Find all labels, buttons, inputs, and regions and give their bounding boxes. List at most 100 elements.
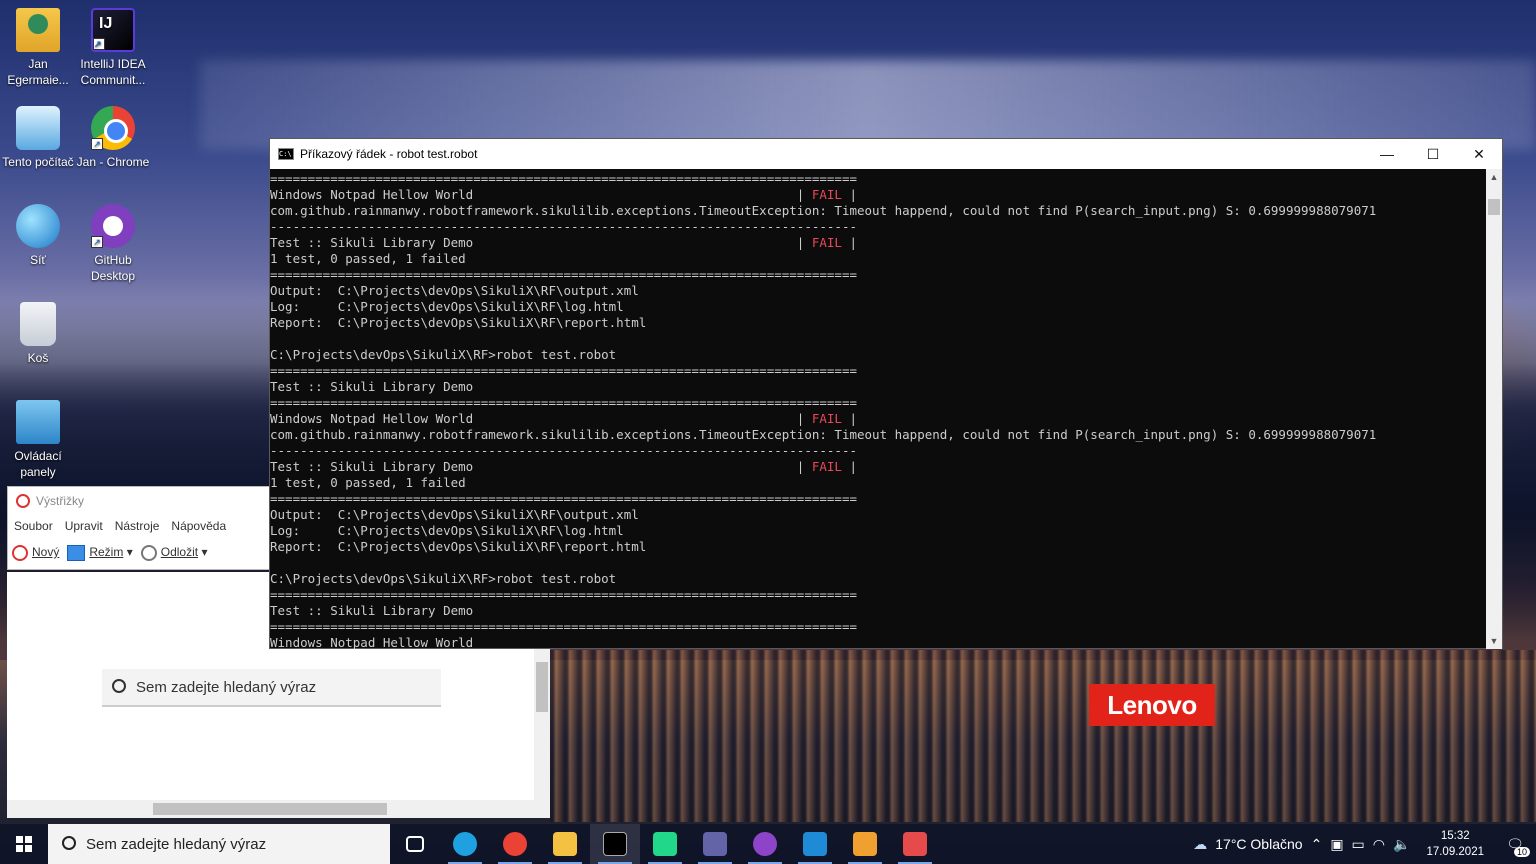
tray-overflow-icon[interactable]: ⌃ [1311, 836, 1323, 853]
taskbar-app-task-view[interactable] [390, 824, 440, 864]
console-line: ========================================… [270, 171, 857, 186]
menu-file[interactable]: Soubor [14, 519, 53, 533]
console-line: ========================================… [270, 363, 857, 378]
snipping-tool-icon [903, 832, 927, 856]
taskbar-app-snipping-tool[interactable] [890, 824, 940, 864]
console-line: ----------------------------------------… [270, 443, 857, 458]
console-line: com.github.rainmanwy.robotframework.siku… [270, 427, 1377, 442]
desktop-icon-control-panel[interactable]: Ovládací panely [0, 400, 76, 480]
desktop-icon-recycle-bin[interactable]: Koš [0, 302, 76, 366]
console-line: Windows Notpad Hellow World [270, 635, 474, 649]
menu-tools[interactable]: Nástroje [115, 519, 160, 533]
console-line: Output: C:\Projects\devOps\SikuliX\RF\ou… [270, 507, 639, 522]
taskbar-app-command-prompt[interactable] [590, 824, 640, 864]
taskbar-app-file-explorer[interactable] [540, 824, 590, 864]
console-line: 1 test, 0 passed, 1 failed [270, 475, 466, 490]
new-snip-button[interactable]: Nový [12, 545, 59, 561]
snipping-tool-menubar: Soubor Upravit Nástroje Nápověda [8, 515, 269, 537]
desktop-icon-github[interactable]: ↗ GitHub Desktop [75, 204, 151, 284]
chrome-icon: ↗ [91, 106, 135, 150]
mode-button[interactable]: Režim ▾ [67, 545, 133, 561]
taskbar-app-edge[interactable] [440, 824, 490, 864]
network-icon [16, 204, 60, 248]
desktop-icon-intellij[interactable]: IJ ↗ IntelliJ IDEA Communit... [75, 8, 151, 88]
mode-dropdown-icon: ▾ [126, 545, 133, 560]
taskbar-app-vscode[interactable] [790, 824, 840, 864]
volume-icon[interactable]: 🔈 [1393, 836, 1410, 853]
console-line: Test :: Sikuli Library Demo [270, 379, 474, 394]
console-line: C:\Projects\devOps\SikuliX\RF>robot test… [270, 571, 617, 586]
system-tray: ☁ 17°C Oblačno ⌃ ▣ ▭ ◠ 🔈 15:32 17.09.202… [1193, 824, 1536, 864]
notification-badge: 10 [1513, 847, 1530, 857]
search-icon [112, 679, 126, 693]
console-output[interactable]: ========================================… [270, 169, 1487, 649]
wifi-icon[interactable]: ◠ [1373, 836, 1385, 853]
scroll-up-icon[interactable]: ▲ [1486, 169, 1502, 185]
console-line: Report: C:\Projects\devOps\SikuliX\RF\re… [270, 315, 647, 330]
cmd-titlebar[interactable]: C:\ Příkazový řádek - robot test.robot —… [270, 139, 1502, 169]
taskbar: Sem zadejte hledaný výraz ☁ 17°C Oblačno… [0, 824, 1536, 864]
edge-icon [453, 832, 477, 856]
clock-time: 15:32 [1440, 830, 1470, 842]
close-button[interactable]: ✕ [1456, 139, 1502, 169]
console-line: ========================================… [270, 619, 857, 634]
console-line: Windows Notpad Hellow World | FAIL | [270, 187, 858, 202]
chrome-icon [503, 832, 527, 856]
file-explorer-icon [553, 832, 577, 856]
cmd-vertical-scrollbar[interactable]: ▲ ▼ [1486, 169, 1502, 649]
console-line: Output: C:\Projects\devOps\SikuliX\RF\ou… [270, 283, 639, 298]
snipping-tool-window: Výstřižky Soubor Upravit Nástroje Nápově… [7, 486, 269, 570]
panel-horizontal-scrollbar[interactable] [7, 800, 550, 818]
fail-status: FAIL [811, 411, 842, 426]
taskbar-app-github-desktop[interactable] [740, 824, 790, 864]
mode-icon [67, 545, 86, 561]
clock[interactable]: 15:32 17.09.2021 [1418, 828, 1492, 860]
menu-help[interactable]: Nápověda [171, 519, 226, 533]
snipping-tool-titlebar[interactable]: Výstřižky [8, 487, 269, 515]
panel-search-input[interactable]: Sem zadejte hledaný výraz [102, 669, 441, 707]
desktop-icon-chrome[interactable]: ↗ Jan - Chrome [75, 106, 151, 170]
weather-icon[interactable]: ☁ [1193, 836, 1207, 853]
fail-status: FAIL [811, 459, 842, 474]
taskbar-app-paint[interactable] [840, 824, 890, 864]
console-line: Test :: Sikuli Library Demo [270, 603, 474, 618]
wallpaper-clouds [200, 60, 1536, 150]
taskbar-app-pycharm[interactable] [640, 824, 690, 864]
control-panel-icon [16, 400, 60, 444]
console-line: Test :: Sikuli Library Demo | FAIL | [270, 459, 858, 474]
console-line: ========================================… [270, 491, 857, 506]
delay-button[interactable]: Odložit ▾ [140, 545, 207, 561]
console-line: ----------------------------------------… [270, 219, 857, 234]
desktop-icon-this-pc[interactable]: Tento počítač [0, 106, 76, 170]
scissors-icon [12, 545, 28, 561]
console-line: Log: C:\Projects\devOps\SikuliX\RF\log.h… [270, 523, 624, 538]
notification-center-button[interactable]: 🗨 10 [1500, 829, 1530, 859]
github-desktop-icon: ↗ [91, 204, 135, 248]
clock-icon [140, 545, 157, 561]
scroll-thumb[interactable] [1488, 199, 1500, 215]
scroll-down-icon[interactable]: ▼ [1486, 633, 1502, 649]
console-line: ========================================… [270, 587, 857, 602]
this-pc-icon [16, 106, 60, 150]
weather-text[interactable]: 17°C Oblačno [1215, 836, 1302, 852]
taskbar-app-teams[interactable] [690, 824, 740, 864]
github-desktop-icon [753, 832, 777, 856]
console-line: ========================================… [270, 395, 857, 410]
desktop-icon-user-folder[interactable]: Jan Egermaie... [0, 8, 76, 88]
taskbar-app-chrome[interactable] [490, 824, 540, 864]
taskbar-search-input[interactable]: Sem zadejte hledaný výraz [48, 824, 390, 864]
tray-app-icon[interactable]: ▣ [1330, 836, 1343, 853]
clock-date: 17.09.2021 [1426, 846, 1484, 858]
command-prompt-window: C:\ Příkazový řádek - robot test.robot —… [269, 138, 1503, 649]
start-button[interactable] [0, 824, 48, 864]
wallpaper-reflections [550, 650, 1536, 822]
task-view-icon [406, 836, 424, 852]
battery-icon[interactable]: ▭ [1352, 836, 1365, 853]
menu-edit[interactable]: Upravit [65, 519, 103, 533]
minimize-button[interactable]: — [1364, 139, 1410, 169]
desktop-icon-network[interactable]: Síť [0, 204, 76, 268]
maximize-button[interactable]: ☐ [1410, 139, 1456, 169]
snipping-tool-toolbar: Nový Režim ▾ Odložit ▾ [8, 537, 269, 569]
